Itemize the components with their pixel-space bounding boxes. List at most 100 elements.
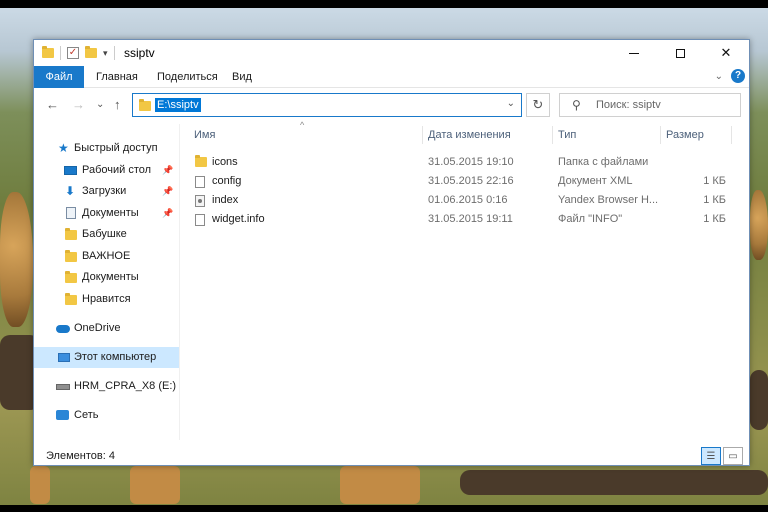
title-bar[interactable]: ✓ ▾ ssiptv ✕ (34, 40, 749, 66)
sidebar-item-label: HRM_CPRA_X8 (E:) (74, 380, 177, 392)
explorer-window: ✓ ▾ ssiptv ✕ Файл Главная Поделиться Вид… (33, 39, 750, 466)
file-date: 31.05.2015 19:11 (428, 213, 513, 225)
pin-icon[interactable]: 📌 (162, 203, 173, 224)
file-type: Yandex Browser H... (558, 194, 659, 206)
file-name: widget.info (212, 213, 265, 225)
file-list: ^ Имя Дата изменения Тип Размер icons 31… (180, 120, 751, 440)
navigation-pane: ★ Быстрый доступ Рабочий стол 📌 ⬇ Загруз… (34, 124, 179, 440)
properties-icon[interactable]: ✓ (67, 47, 79, 59)
file-type: Документ XML (558, 175, 633, 187)
sidebar-item-drive-e[interactable]: HRM_CPRA_X8 (E:) (34, 376, 179, 397)
sidebar-item-babushke[interactable]: Бабушке (34, 224, 179, 245)
minimize-icon (629, 52, 639, 54)
sidebar-item-label: OneDrive (74, 322, 121, 334)
column-header-size[interactable]: Размер (666, 124, 726, 146)
item-count: Элементов: 4 (46, 450, 115, 462)
forward-button[interactable]: → (72, 97, 85, 112)
search-box[interactable]: ⚲ Поиск: ssiptv (559, 93, 741, 117)
quick-access-toolbar: ✓ ▾ (42, 46, 115, 60)
large-icons-view-button[interactable]: ▭ (723, 447, 743, 465)
lion-leg (130, 466, 180, 504)
address-path[interactable]: E:\ssiptv (155, 98, 201, 112)
sidebar-item-documents[interactable]: Документы 📌 (34, 203, 179, 224)
column-header-name[interactable]: Имя (194, 124, 414, 146)
details-view-button[interactable]: ☰ (701, 447, 721, 465)
sidebar-item-network[interactable]: Сеть (34, 405, 179, 426)
star-icon: ★ (58, 141, 69, 155)
chevron-down-icon[interactable]: ⌄ (507, 98, 515, 109)
network-icon (56, 410, 69, 420)
file-row-widget-info[interactable]: widget.info 31.05.2015 19:11 Файл "INFO"… (180, 210, 751, 229)
tab-share[interactable]: Поделиться (147, 66, 228, 88)
folder-icon (65, 293, 77, 305)
expand-ribbon-icon[interactable]: ⌄ (715, 71, 723, 82)
tree-branch (460, 470, 768, 495)
folder-icon (65, 228, 77, 240)
new-folder-icon[interactable] (85, 46, 97, 58)
folder-icon (42, 46, 54, 58)
toolbar-separator (113, 46, 115, 60)
lion-image (750, 190, 768, 260)
back-button[interactable]: ← (46, 97, 59, 112)
sidebar-item-label: Бабушке (82, 228, 127, 240)
sidebar-item-nravitsya[interactable]: Нравится (34, 289, 179, 310)
maximize-button[interactable] (657, 40, 703, 66)
refresh-button[interactable]: ↻ (526, 93, 550, 117)
file-icon (195, 214, 205, 226)
file-size: 1 КБ (703, 175, 726, 187)
recent-locations-button[interactable]: ⌄ (96, 99, 104, 110)
lion-image (0, 192, 33, 327)
sidebar-item-onedrive[interactable]: OneDrive (34, 318, 179, 339)
file-date: 31.05.2015 22:16 (428, 175, 514, 187)
folder-icon (65, 250, 77, 262)
close-button[interactable]: ✕ (703, 40, 749, 66)
sidebar-item-label: Документы (82, 271, 139, 283)
minimize-button[interactable] (611, 40, 657, 66)
column-separator[interactable] (660, 126, 661, 144)
help-icon[interactable]: ? (731, 69, 745, 83)
address-bar[interactable]: E:\ssiptv ⌄ (132, 93, 522, 117)
sidebar-item-label: Быстрый доступ (74, 142, 158, 154)
customize-toolbar-icon[interactable]: ▾ (103, 48, 108, 59)
ribbon-right-controls: ⌄ ? (715, 69, 745, 83)
drive-icon (56, 384, 70, 390)
column-header-date[interactable]: Дата изменения (428, 124, 548, 146)
file-row-index[interactable]: index 01.06.2015 0:16 Yandex Browser H..… (180, 191, 751, 210)
file-name: icons (212, 156, 238, 168)
column-separator[interactable] (552, 126, 553, 144)
pin-icon[interactable]: 📌 (162, 160, 173, 181)
sidebar-item-quick-access[interactable]: ★ Быстрый доступ (34, 138, 179, 159)
sidebar-item-vazhnoe[interactable]: ВАЖНОЕ (34, 246, 179, 267)
computer-icon (58, 353, 70, 362)
file-type: Папка с файлами (558, 156, 649, 168)
file-row-config[interactable]: config 31.05.2015 22:16 Документ XML 1 К… (180, 172, 751, 191)
file-row-icons[interactable]: icons 31.05.2015 19:10 Папка с файлами (180, 153, 751, 172)
xml-file-icon (195, 176, 205, 188)
window-title: ssiptv (124, 46, 155, 60)
file-size: 1 КБ (703, 194, 726, 206)
folder-icon (139, 99, 151, 111)
sidebar-item-label: ВАЖНОЕ (82, 250, 131, 262)
lion-leg (340, 466, 420, 504)
sidebar-item-documents-folder[interactable]: Документы (34, 267, 179, 288)
sidebar-item-label: Загрузки (82, 185, 127, 197)
sidebar-item-label: Сеть (74, 409, 99, 421)
desktop-icon (64, 166, 77, 175)
sidebar-item-label: Документы (82, 207, 139, 219)
column-header-type[interactable]: Тип (558, 124, 658, 146)
lion-leg (30, 466, 50, 504)
sidebar-item-this-pc[interactable]: Этот компьютер (34, 347, 179, 368)
sidebar-item-downloads[interactable]: ⬇ Загрузки 📌 (34, 181, 179, 202)
tab-home[interactable]: Главная (86, 66, 148, 88)
screen-border-bottom (0, 505, 768, 512)
tab-file[interactable]: Файл (34, 66, 84, 88)
tab-view[interactable]: Вид (222, 66, 262, 88)
folder-icon (195, 155, 207, 167)
column-separator[interactable] (422, 126, 423, 144)
up-button[interactable]: ↑ (114, 97, 121, 112)
tree-trunk (750, 370, 768, 430)
pin-icon[interactable]: 📌 (162, 181, 173, 202)
sidebar-item-desktop[interactable]: Рабочий стол 📌 (34, 160, 179, 181)
column-separator[interactable] (731, 126, 732, 144)
toolbar-separator (60, 46, 61, 60)
